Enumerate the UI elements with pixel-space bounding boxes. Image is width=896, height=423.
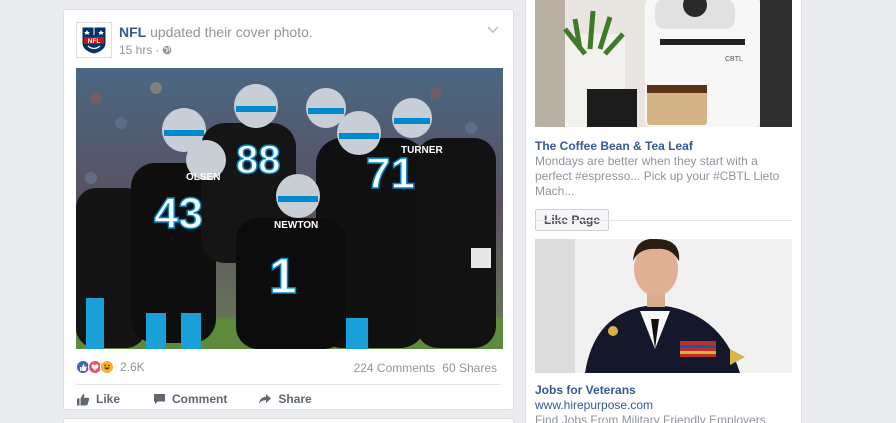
- like-button[interactable]: Like: [76, 390, 120, 408]
- ad-body-coffee: Mondays are better when they start with …: [535, 154, 780, 198]
- action-divider: [76, 384, 501, 385]
- coffee-machine-image: CBTL: [535, 0, 792, 127]
- post-meta: 15 hrs ·: [119, 43, 172, 57]
- comment-label: Comment: [172, 392, 228, 406]
- share-arrow-icon: [259, 394, 272, 404]
- page-avatar[interactable]: NFL: [76, 22, 112, 58]
- ad-image-coffee[interactable]: CBTL: [535, 0, 792, 127]
- post-stats: 2.6K 224 Comments 60 Shares: [76, 359, 501, 379]
- sponsored-ad-coffee: CBTL The Coffee Bean & Tea Leaf Mondays …: [535, 0, 792, 231]
- globe-icon: [163, 45, 172, 55]
- ad-title-veterans[interactable]: Jobs for Veterans: [535, 382, 792, 398]
- post-options-chevron[interactable]: [485, 22, 501, 38]
- jersey-number-88: 88: [236, 138, 281, 182]
- haha-reaction-icon: [100, 360, 114, 374]
- comment-icon: [154, 394, 166, 404]
- soldier-portrait-image: [535, 239, 792, 373]
- player-name-olsen: OLSEN: [186, 172, 220, 183]
- jersey-number-71: 71: [366, 149, 415, 198]
- ad-url-veterans[interactable]: www.hirepurpose.com: [535, 398, 792, 413]
- cover-photo[interactable]: 43 1 71 88 NEWTON TURNER OLSEN: [76, 68, 503, 349]
- feed-post: NFL NFL updated their cover photo. 15 hr…: [63, 9, 514, 410]
- svg-text:NFL: NFL: [88, 38, 101, 45]
- player-name-turner: TURNER: [401, 145, 443, 156]
- shares-count-link[interactable]: 60 Shares: [442, 361, 497, 375]
- thumbs-up-icon: [77, 393, 90, 405]
- chevron-down-icon: [487, 26, 499, 34]
- ad-body-veterans: Find Jobs From Military Friendly Employe…: [535, 413, 766, 423]
- cbtl-machine-label: CBTL: [725, 56, 743, 63]
- sponsored-ad-veterans: Jobs for Veterans www.hirepurpose.com Fi…: [535, 239, 792, 423]
- share-label: Share: [278, 392, 312, 406]
- jersey-number-43: 43: [154, 189, 203, 238]
- engagement-counts: 224 Comments 60 Shares: [350, 361, 497, 375]
- team-huddle-image: 43 1 71 88 NEWTON TURNER OLSEN: [76, 68, 503, 349]
- sponsored-column: CBTL The Coffee Bean & Tea Leaf Mondays …: [525, 0, 802, 423]
- meta-dot: ·: [155, 43, 160, 57]
- ad-image-veterans[interactable]: [535, 239, 792, 373]
- author-link[interactable]: NFL: [119, 24, 146, 40]
- nfl-shield-logo: NFL: [81, 26, 107, 55]
- comment-button[interactable]: Comment: [153, 390, 227, 408]
- reaction-count: 2.6K: [120, 360, 145, 374]
- ad-title-coffee[interactable]: The Coffee Bean & Tea Leaf: [535, 138, 792, 154]
- post-action-text: updated their cover photo.: [150, 24, 313, 40]
- post-header: NFL NFL updated their cover photo. 15 hr…: [76, 22, 501, 62]
- post-timestamp[interactable]: 15 hrs: [119, 43, 152, 57]
- like-label: Like: [96, 392, 121, 406]
- post-headline: NFL updated their cover photo.: [119, 23, 313, 41]
- next-feed-post: [63, 418, 514, 423]
- reaction-summary[interactable]: 2.6K: [76, 360, 145, 374]
- comments-count-link[interactable]: 224 Comments: [354, 361, 435, 375]
- player-name-newton: NEWTON: [274, 220, 318, 231]
- jersey-number-1: 1: [269, 248, 297, 304]
- post-action-bar: Like Comment Share: [76, 390, 501, 408]
- ad-divider: [535, 220, 792, 221]
- share-button[interactable]: Share: [258, 390, 312, 408]
